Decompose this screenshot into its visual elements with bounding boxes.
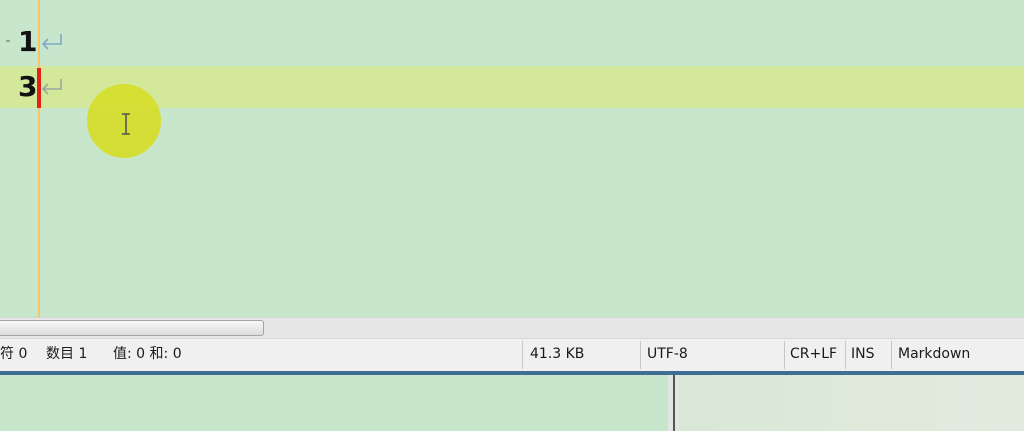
return-arrow-icon [42, 79, 63, 95]
status-char-count: 符 0 [0, 346, 28, 362]
status-insert-mode[interactable]: INS [851, 339, 875, 371]
editor-line-2[interactable]: 3 [18, 67, 65, 107]
vertical-splitter[interactable] [668, 375, 679, 431]
line-text: 3 [18, 70, 38, 103]
bottom-output-pane[interactable] [0, 375, 668, 431]
gutter-marker [6, 40, 10, 42]
horizontal-scrollbar[interactable] [0, 317, 1024, 338]
status-selection-count: 数目 1 [46, 346, 88, 362]
line-text: 1 [18, 25, 38, 58]
status-file-size: 41.3 KB [530, 346, 585, 362]
text-editor[interactable]: 1 3 [0, 0, 1024, 317]
status-value-sum: 值: 0 和: 0 [113, 346, 182, 362]
status-divider [522, 341, 523, 369]
return-arrow-icon [42, 34, 63, 50]
status-encoding[interactable]: UTF-8 [647, 339, 688, 371]
status-divider [891, 341, 892, 369]
status-bar: 符 0 数目 1 值: 0 和: 0 41.3 KB UTF-8 CR+LF I… [0, 338, 1024, 371]
text-cursor-icon [122, 113, 130, 135]
text-caret [37, 68, 41, 108]
status-line-ending[interactable]: CR+LF [790, 339, 837, 371]
splitter-line [673, 375, 675, 431]
editor-line-1[interactable]: 1 [18, 22, 65, 62]
status-divider [640, 341, 641, 369]
status-divider [784, 341, 785, 369]
bottom-side-pane[interactable] [679, 375, 1024, 431]
status-divider [845, 341, 846, 369]
scrollbar-thumb[interactable] [0, 320, 264, 336]
status-language[interactable]: Markdown [898, 339, 970, 371]
